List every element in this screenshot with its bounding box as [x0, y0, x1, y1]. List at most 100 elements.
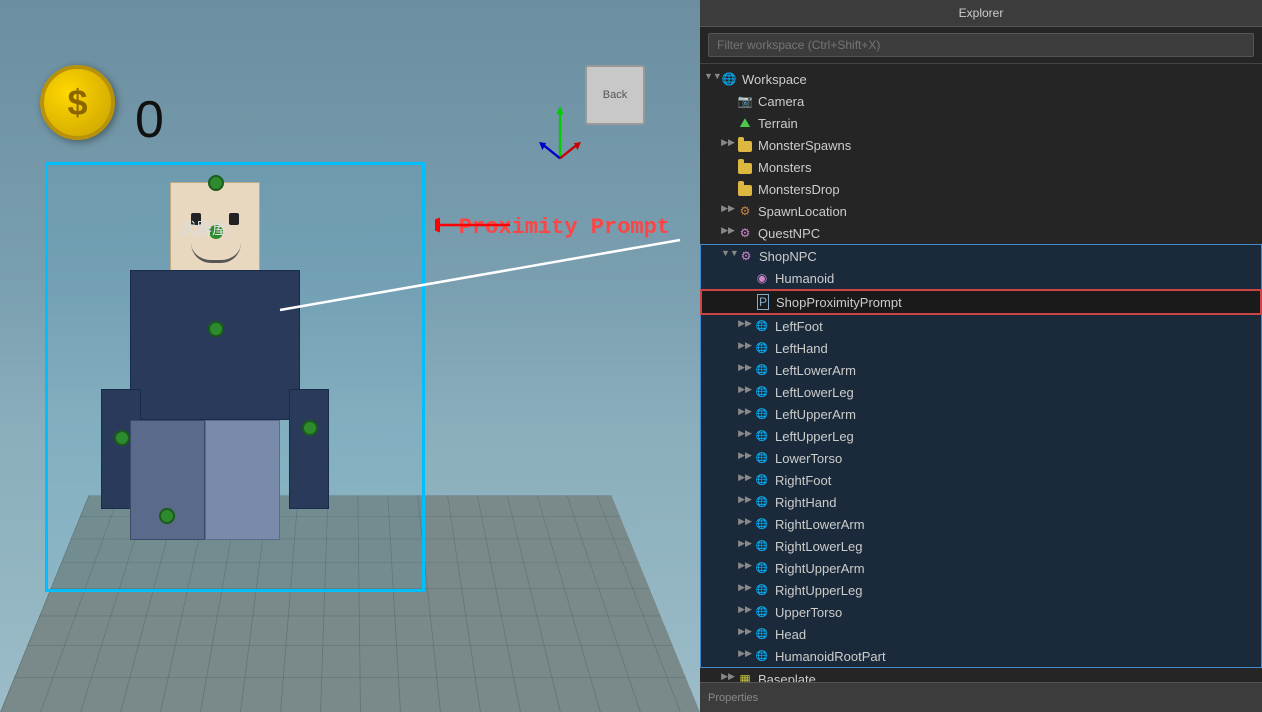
tree-item-right-foot[interactable]: ▶🌐RightFoot	[700, 469, 1262, 491]
shop-label: 武器屋	[180, 215, 228, 239]
tree-arrow-left-foot[interactable]: ▶	[737, 318, 753, 334]
npc-left-leg	[130, 420, 205, 540]
tree-arrow-monster-spawns[interactable]: ▶	[720, 137, 736, 153]
tree-item-left-foot[interactable]: ▶🌐LeftFoot	[700, 315, 1262, 337]
tree-icon-left-upper-leg: 🌐	[753, 427, 771, 445]
tree-label-left-upper-arm: LeftUpperArm	[775, 407, 856, 422]
tree-arrow-head[interactable]: ▶	[737, 626, 753, 642]
tree-item-terrain[interactable]: ⛰Terrain	[700, 112, 1262, 134]
tree-arrow-left-lower-leg[interactable]: ▶	[737, 384, 753, 400]
tree-label-shop-npc: ShopNPC	[759, 249, 817, 264]
tree-icon-shop-proximity: P	[754, 293, 772, 311]
npc-smile	[191, 243, 241, 263]
tree-arrow-workspace[interactable]: ▼	[704, 71, 720, 87]
tree-container[interactable]: ▼🌐Workspace 📷Camera ⛰Terrain▶ MonsterSpa…	[700, 64, 1262, 682]
tree-icon-monster-spawns	[736, 136, 754, 154]
tree-item-upper-torso[interactable]: ▶🌐UpperTorso	[700, 601, 1262, 623]
tree-item-right-lower-arm[interactable]: ▶🌐RightLowerArm	[700, 513, 1262, 535]
tree-item-shop-proximity[interactable]: PShopProximityPrompt	[700, 289, 1262, 315]
npc-container	[35, 132, 485, 612]
tree-item-right-upper-arm[interactable]: ▶🌐RightUpperArm	[700, 557, 1262, 579]
tree-arrow-right-foot[interactable]: ▶	[737, 472, 753, 488]
tree-icon-camera: 📷	[736, 92, 754, 110]
tree-item-humanoid-root[interactable]: ▶🌐HumanoidRootPart	[700, 645, 1262, 668]
tree-label-left-lower-arm: LeftLowerArm	[775, 363, 856, 378]
tree-item-humanoid[interactable]: ◉Humanoid	[700, 267, 1262, 289]
bottom-label: Properties	[708, 692, 758, 704]
tree-arrow-quest-npc[interactable]: ▶	[720, 225, 736, 241]
tree-arrow-humanoid-root[interactable]: ▶	[737, 648, 753, 664]
tree-item-left-upper-arm[interactable]: ▶🌐LeftUpperArm	[700, 403, 1262, 425]
tree-label-baseplate: Baseplate	[758, 672, 816, 683]
tree-item-monsters[interactable]: Monsters	[700, 156, 1262, 178]
tree-icon-right-upper-leg: 🌐	[753, 581, 771, 599]
tree-arrow-baseplate[interactable]: ▶	[720, 671, 736, 682]
tree-icon-workspace: 🌐	[720, 70, 738, 88]
explorer-panel: Explorer ▼🌐Workspace 📷Camera ⛰Terrain▶ M…	[700, 0, 1262, 712]
tree-label-left-hand: LeftHand	[775, 341, 828, 356]
tree-arrow-right-hand[interactable]: ▶	[737, 494, 753, 510]
tree-arrow-right-upper-leg[interactable]: ▶	[737, 582, 753, 598]
tree-item-monster-spawns[interactable]: ▶ MonsterSpawns	[700, 134, 1262, 156]
tree-item-lower-torso[interactable]: ▶🌐LowerTorso	[700, 447, 1262, 469]
tree-label-right-hand: RightHand	[775, 495, 836, 510]
tree-item-left-upper-leg[interactable]: ▶🌐LeftUpperLeg	[700, 425, 1262, 447]
tree-arrow-right-upper-arm[interactable]: ▶	[737, 560, 753, 576]
tree-item-left-lower-leg[interactable]: ▶🌐LeftLowerLeg	[700, 381, 1262, 403]
tree-item-monsters-drop[interactable]: MonstersDrop	[700, 178, 1262, 200]
tree-icon-head: 🌐	[753, 625, 771, 643]
tree-item-right-upper-leg[interactable]: ▶🌐 RightUpperLeg	[700, 579, 1262, 601]
tree-icon-right-foot: 🌐	[753, 471, 771, 489]
tree-label-monsters: Monsters	[758, 160, 811, 175]
tree-icon-humanoid-root: 🌐	[753, 647, 771, 665]
tree-icon-quest-npc: ⚙	[736, 224, 754, 242]
tree-icon-monsters-drop	[736, 180, 754, 198]
tree-arrow-shop-npc[interactable]: ▼	[721, 248, 737, 264]
tree-arrow-left-hand[interactable]: ▶	[737, 340, 753, 356]
tree-arrow-lower-torso[interactable]: ▶	[737, 450, 753, 466]
tree-icon-terrain: ⛰	[736, 114, 754, 132]
tree-item-camera[interactable]: 📷Camera	[700, 90, 1262, 112]
tree-label-right-lower-leg: RightLowerLeg	[775, 539, 862, 554]
tree-arrow-right-lower-arm[interactable]: ▶	[737, 516, 753, 532]
tree-arrow-left-upper-leg[interactable]: ▶	[737, 428, 753, 444]
tree-item-head[interactable]: ▶🌐Head	[700, 623, 1262, 645]
tree-item-quest-npc[interactable]: ▶⚙ QuestNPC	[700, 222, 1262, 244]
tree-item-shop-npc[interactable]: ▼⚙ShopNPC	[700, 244, 1262, 267]
tree-label-quest-npc: QuestNPC	[758, 226, 820, 241]
filter-bar[interactable]	[700, 27, 1262, 64]
tree-arrow-right-lower-leg[interactable]: ▶	[737, 538, 753, 554]
tree-label-left-lower-leg: LeftLowerLeg	[775, 385, 854, 400]
tree-label-monster-spawns: MonsterSpawns	[758, 138, 851, 153]
tree-item-spawn-location[interactable]: ▶⚙SpawnLocation	[700, 200, 1262, 222]
green-dot-head	[208, 175, 224, 191]
tree-label-right-upper-leg: RightUpperLeg	[775, 583, 862, 598]
tree-label-monsters-drop: MonstersDrop	[758, 182, 840, 197]
filter-input[interactable]	[708, 33, 1254, 57]
coin-icon: $	[40, 65, 115, 140]
axis-indicator	[535, 100, 585, 170]
tree-label-lower-torso: LowerTorso	[775, 451, 842, 466]
green-dot-left-leg	[159, 508, 175, 524]
npc-eye-right	[229, 213, 239, 225]
tree-item-left-hand[interactable]: ▶🌐LeftHand	[700, 337, 1262, 359]
tree-arrow-left-lower-arm[interactable]: ▶	[737, 362, 753, 378]
npc-torso	[130, 270, 300, 420]
tree-item-left-lower-arm[interactable]: ▶🌐LeftLowerArm	[700, 359, 1262, 381]
tree-label-workspace: Workspace	[742, 72, 807, 87]
back-button[interactable]: Back	[585, 65, 645, 125]
tree-arrow-upper-torso[interactable]: ▶	[737, 604, 753, 620]
tree-icon-right-hand: 🌐	[753, 493, 771, 511]
tree-arrow-spawn-location[interactable]: ▶	[720, 203, 736, 219]
tree-item-workspace[interactable]: ▼🌐 Workspace	[700, 68, 1262, 90]
tree-item-right-lower-leg[interactable]: ▶🌐RightLowerLeg	[700, 535, 1262, 557]
tree-item-baseplate[interactable]: ▶▦ Baseplate	[700, 668, 1262, 682]
tree-label-upper-torso: UpperTorso	[775, 605, 842, 620]
tree-icon-monsters	[736, 158, 754, 176]
tree-label-right-lower-arm: RightLowerArm	[775, 517, 865, 532]
tree-label-humanoid: Humanoid	[775, 271, 834, 286]
tree-item-right-hand[interactable]: ▶🌐 RightHand	[700, 491, 1262, 513]
tree-icon-baseplate: ▦	[736, 670, 754, 682]
tree-label-right-upper-arm: RightUpperArm	[775, 561, 865, 576]
tree-arrow-left-upper-arm[interactable]: ▶	[737, 406, 753, 422]
